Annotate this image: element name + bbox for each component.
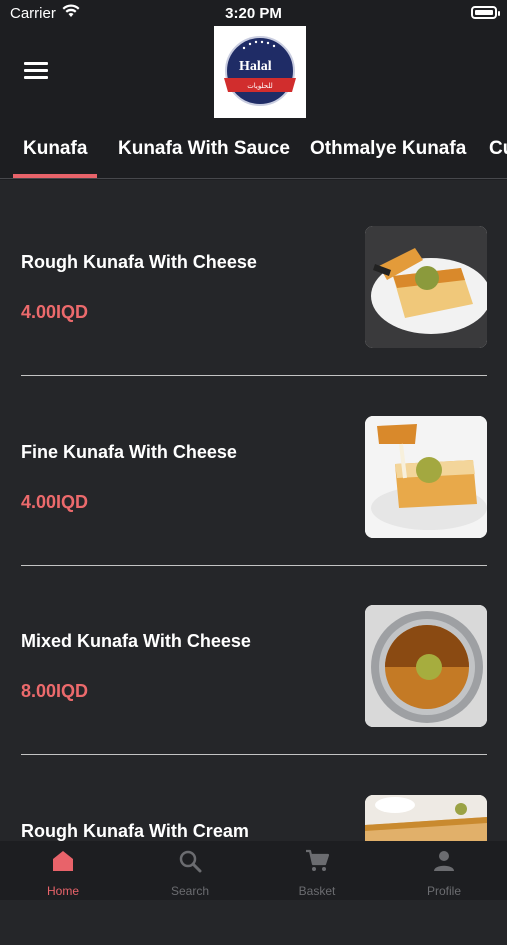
logo-text: Halal	[239, 59, 272, 74]
menu-item[interactable]: Mixed Kunafa With Cheese 8.00IQD	[0, 565, 507, 755]
home-icon	[53, 851, 73, 871]
tab-othmalye-kunafa[interactable]: Othmalye Kunafa	[310, 138, 466, 160]
tab-kunafa[interactable]: Kunafa	[23, 138, 87, 160]
nav-profile-label: Profile	[426, 884, 461, 898]
item-price: 4.00IQD	[21, 492, 89, 512]
bottom-nav: Home Search Basket Profile	[0, 841, 507, 900]
status-bar: Carrier 3:20 PM	[0, 0, 507, 28]
battery-icon	[471, 6, 500, 19]
profile-icon	[434, 851, 454, 871]
item-name: Fine Kunafa With Cheese	[21, 442, 237, 462]
item-name: Rough Kunafa With Cheese	[21, 252, 257, 272]
logo: Halal للحلويات	[214, 26, 306, 118]
nav-search-label: Search	[170, 884, 210, 898]
hamburger-icon	[24, 62, 48, 65]
item-price: 8.00IQD	[21, 681, 89, 701]
item-name: Mixed Kunafa With Cheese	[21, 631, 251, 651]
item-image	[365, 226, 487, 348]
nav-search[interactable]: Search	[127, 841, 253, 900]
item-price: 4.00IQD	[21, 302, 89, 322]
nav-basket-label: Basket	[298, 884, 336, 898]
tab-more[interactable]: Cu	[489, 138, 507, 160]
clock: 3:20 PM	[225, 5, 282, 22]
category-tabs: Kunafa Kunafa With Sauce Othmalye Kunafa…	[0, 128, 507, 178]
nav-home-label: Home	[46, 884, 79, 898]
divider	[0, 178, 507, 179]
menu-item[interactable]: Rough Kunafa With Cheese 4.00IQD	[0, 186, 507, 376]
nav-basket[interactable]: Basket	[254, 841, 380, 900]
cart-icon	[306, 849, 329, 871]
search-icon	[179, 850, 202, 873]
menu-button[interactable]	[24, 62, 48, 80]
nav-home[interactable]: Home	[0, 841, 126, 900]
item-name: Rough Kunafa With Cream	[21, 821, 249, 841]
logo-subtitle: للحلويات	[247, 82, 273, 90]
item-image	[365, 795, 487, 841]
tab-kunafa-with-sauce[interactable]: Kunafa With Sauce	[118, 138, 290, 160]
item-image	[365, 416, 487, 538]
menu-item[interactable]: Fine Kunafa With Cheese 4.00IQD	[0, 376, 507, 566]
item-image	[365, 605, 487, 727]
nav-profile[interactable]: Profile	[381, 841, 507, 900]
